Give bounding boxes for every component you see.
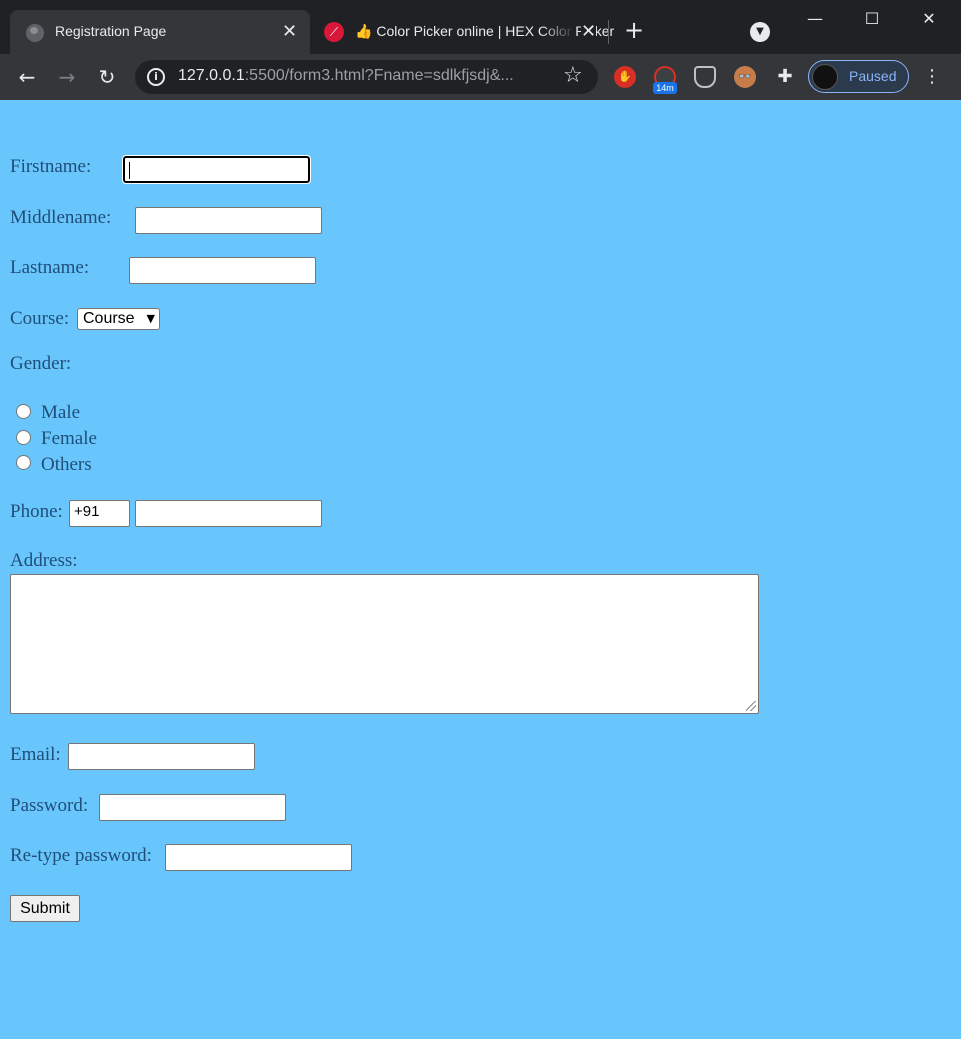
gender-label: Gender: <box>10 353 72 374</box>
middlename-input[interactable] <box>135 207 322 234</box>
retype-password-label: Re-type password: <box>10 845 152 866</box>
course-selected-value: Course <box>83 310 135 327</box>
tab-title-fade <box>540 18 576 42</box>
browser-tab-strip: Registration Page ✕ ⟋ 👍 Color Picker onl… <box>0 0 961 54</box>
tab-search-icon[interactable]: ▼ <box>750 22 770 42</box>
text-caret <box>129 162 130 179</box>
chevron-down-icon: ▼ <box>146 312 155 325</box>
bookmark-star-icon[interactable]: ☆ <box>563 64 583 88</box>
password-input[interactable] <box>99 794 286 821</box>
address-bar[interactable]: i 127.0.0.1:5500/form3.html?Fname=sdlkfj… <box>135 60 598 94</box>
lastname-label: Lastname: <box>10 257 90 278</box>
course-label: Course: <box>10 308 70 329</box>
forward-icon[interactable]: → <box>52 63 82 93</box>
shield-extension-icon[interactable] <box>694 66 716 88</box>
maximize-icon[interactable]: ☐ <box>857 6 887 32</box>
tab-color-picker[interactable]: ⟋ 👍 Color Picker online | HEX Color Pick… <box>310 10 614 54</box>
minimize-icon[interactable]: — <box>800 6 830 32</box>
avatar-extension-icon[interactable]: 👓 <box>734 66 756 88</box>
resize-grip-icon[interactable] <box>746 701 756 711</box>
radio-male[interactable] <box>16 404 31 419</box>
new-tab-button[interactable]: + <box>624 18 644 42</box>
firstname-input[interactable] <box>122 155 311 184</box>
extension-badge: 14m <box>653 82 677 94</box>
profile-avatar <box>812 64 838 90</box>
address-textarea[interactable] <box>10 574 759 714</box>
reload-icon[interactable]: ↻ <box>92 63 122 93</box>
phone-code-input[interactable]: +91 <box>69 500 130 527</box>
phone-label: Phone: <box>10 501 63 522</box>
radio-others-label: Others <box>41 454 92 475</box>
tab-title: Color Picker online | HEX Color Picker <box>376 23 615 39</box>
email-input[interactable] <box>68 743 255 770</box>
radio-others[interactable] <box>16 455 31 470</box>
radio-male-label: Male <box>41 402 81 423</box>
close-tab-icon[interactable]: ✕ <box>282 23 297 41</box>
extensions-puzzle-icon[interactable]: ✚ <box>774 66 796 88</box>
thumbs-up-icon: 👍 <box>355 23 373 39</box>
radio-female[interactable] <box>16 430 31 445</box>
middlename-label: Middlename: <box>10 207 112 228</box>
submit-button[interactable]: Submit <box>10 895 80 922</box>
password-label: Password: <box>10 795 89 816</box>
email-label: Email: <box>10 744 61 765</box>
profile-status: Paused <box>849 68 897 84</box>
back-icon[interactable]: ← <box>12 63 42 93</box>
course-select[interactable]: Course ▼ <box>77 308 160 330</box>
browser-toolbar: ← → ↻ i 127.0.0.1:5500/form3.html?Fname=… <box>0 54 961 100</box>
window-close-icon[interactable]: ✕ <box>914 6 944 32</box>
retype-password-input[interactable] <box>165 844 352 871</box>
tab-registration-page[interactable]: Registration Page ✕ <box>10 10 310 54</box>
menu-icon[interactable]: ⋮ <box>922 66 942 88</box>
phone-number-input[interactable] <box>135 500 322 527</box>
tab-divider <box>608 20 609 44</box>
address-label: Address: <box>10 550 78 571</box>
radio-female-label: Female <box>41 428 97 449</box>
close-tab-icon[interactable]: ✕ <box>581 23 597 41</box>
url-text[interactable]: 127.0.0.1:5500/form3.html?Fname=sdlkfjsd… <box>178 67 514 85</box>
globe-icon <box>26 24 44 42</box>
info-icon[interactable]: i <box>147 68 165 86</box>
profile-button[interactable]: Paused <box>808 60 909 93</box>
firstname-label: Firstname: <box>10 156 92 177</box>
lastname-input[interactable] <box>129 257 316 284</box>
color-picker-icon: ⟋ <box>324 22 344 42</box>
adblock-extension-icon[interactable]: ✋ <box>614 66 636 88</box>
tab-title: Registration Page <box>55 23 167 39</box>
